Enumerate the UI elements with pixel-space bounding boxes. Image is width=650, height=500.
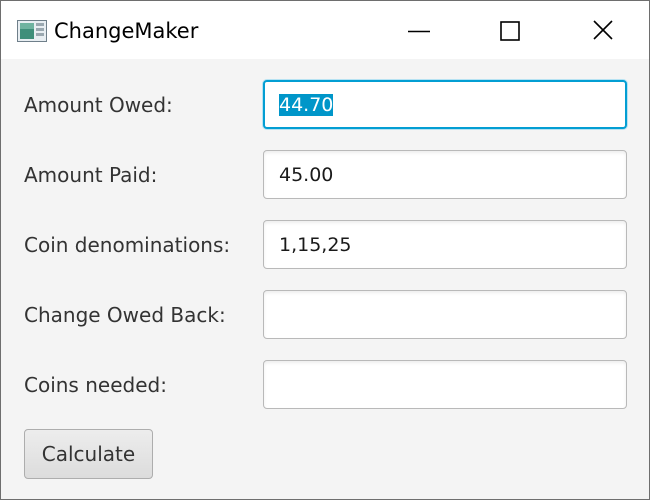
calculate-button[interactable]: Calculate	[24, 429, 153, 479]
change-owed-back-input[interactable]	[263, 290, 627, 339]
minimize-button[interactable]	[373, 1, 465, 59]
maximize-button[interactable]	[465, 1, 557, 59]
title-bar[interactable]: ChangeMaker	[1, 1, 649, 59]
close-button[interactable]	[557, 1, 649, 59]
change-owed-back-label: Change Owed Back:	[24, 303, 226, 327]
amount-owed-label: Amount Owed:	[24, 93, 173, 117]
app-icon	[17, 20, 47, 42]
minimize-icon	[408, 30, 430, 33]
coin-denominations-input[interactable]	[263, 220, 627, 269]
amount-paid-label: Amount Paid:	[24, 163, 158, 187]
amount-paid-input[interactable]	[263, 150, 627, 199]
coins-needed-label: Coins needed:	[24, 373, 167, 397]
coin-denominations-label: Coin denominations:	[24, 233, 231, 257]
app-window: ChangeMaker Amount Owed: Amount Paid: Co…	[0, 0, 650, 500]
close-icon	[593, 20, 613, 40]
window-title: ChangeMaker	[54, 19, 199, 43]
maximize-icon	[500, 21, 520, 41]
coins-needed-input[interactable]	[263, 360, 627, 409]
amount-owed-input[interactable]	[263, 80, 627, 129]
